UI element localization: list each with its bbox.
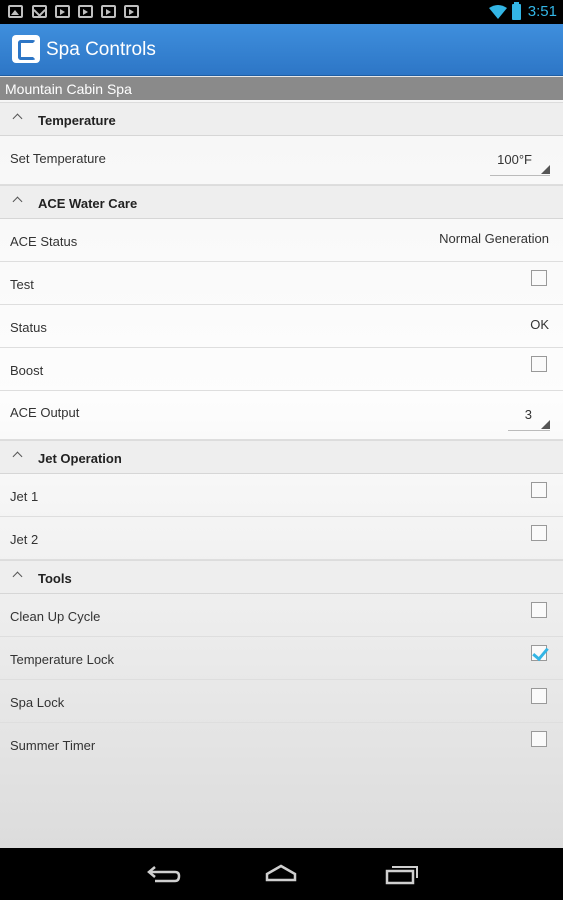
- clean-up-cycle-label: Clean Up Cycle: [10, 609, 101, 624]
- jet2-label: Jet 2: [10, 532, 39, 547]
- status-row: Status OK: [0, 305, 563, 348]
- ace-status-label: ACE Status: [10, 234, 78, 249]
- chevron-up-icon: [12, 113, 23, 124]
- app-title: Spa Controls: [46, 39, 156, 60]
- set-temperature-spinner[interactable]: 100°F: [490, 146, 550, 176]
- ace-output-spinner[interactable]: 3: [508, 401, 550, 431]
- spa-lock-label: Spa Lock: [10, 695, 65, 710]
- summer-timer-label: Summer Timer: [10, 738, 96, 753]
- status-value: OK: [530, 317, 549, 332]
- recent-apps-icon[interactable]: [384, 862, 420, 886]
- boost-label: Boost: [10, 363, 44, 378]
- play-notification-icon: [55, 5, 70, 18]
- section-tools[interactable]: Tools: [0, 560, 563, 594]
- jet2-checkbox[interactable]: [531, 525, 547, 541]
- summer-timer-row[interactable]: Summer Timer: [0, 723, 563, 766]
- status-clock: 3:51: [527, 3, 557, 20]
- action-bar: Spa Controls: [0, 24, 563, 76]
- section-temperature[interactable]: Temperature: [0, 102, 563, 136]
- section-title: Jet Operation: [38, 451, 122, 466]
- navigation-bar: [0, 848, 563, 900]
- section-title: Tools: [38, 571, 72, 586]
- section-ace-water-care[interactable]: ACE Water Care: [0, 185, 563, 219]
- test-checkbox[interactable]: [531, 270, 547, 286]
- ace-output-value: 3: [524, 407, 532, 422]
- jet1-label: Jet 1: [10, 489, 39, 504]
- back-icon[interactable]: [145, 862, 181, 886]
- home-icon[interactable]: [263, 862, 299, 886]
- play-notification-icon: [124, 5, 139, 18]
- jet1-row[interactable]: Jet 1: [0, 474, 563, 517]
- jet2-row[interactable]: Jet 2: [0, 517, 563, 560]
- temperature-lock-checkbox[interactable]: [531, 645, 547, 661]
- temperature-lock-row[interactable]: Temperature Lock: [0, 637, 563, 680]
- play-notification-icon: [78, 5, 93, 18]
- test-row[interactable]: Test: [0, 262, 563, 305]
- spa-lock-checkbox[interactable]: [531, 688, 547, 704]
- boost-checkbox[interactable]: [531, 356, 547, 372]
- app-logo-icon[interactable]: [12, 35, 40, 63]
- status-label: Status: [10, 320, 47, 335]
- ace-output-label: ACE Output: [10, 405, 80, 420]
- chevron-up-icon: [12, 571, 23, 582]
- section-title: Temperature: [38, 113, 116, 128]
- clean-up-cycle-checkbox[interactable]: [531, 602, 547, 618]
- controls-list: Temperature Set Temperature 100°F ACE Wa…: [0, 100, 563, 848]
- image-notification-icon: [8, 5, 23, 18]
- play-notification-icon: [101, 5, 116, 18]
- spinner-arrow-icon: [541, 165, 550, 174]
- set-temperature-label: Set Temperature: [10, 151, 106, 166]
- jet1-checkbox[interactable]: [531, 482, 547, 498]
- temperature-lock-label: Temperature Lock: [10, 652, 115, 667]
- ace-status-row: ACE Status Normal Generation: [0, 219, 563, 262]
- test-label: Test: [10, 277, 34, 292]
- ace-status-value: Normal Generation: [439, 231, 549, 246]
- battery-icon: [512, 2, 521, 20]
- spa-name-header: Mountain Cabin Spa: [0, 77, 563, 100]
- boost-row[interactable]: Boost: [0, 348, 563, 391]
- wifi-icon: [489, 5, 507, 19]
- mail-notification-icon: [32, 5, 47, 18]
- spa-lock-row[interactable]: Spa Lock: [0, 680, 563, 723]
- chevron-up-icon: [12, 451, 23, 462]
- chevron-up-icon: [12, 196, 23, 207]
- summer-timer-checkbox[interactable]: [531, 731, 547, 747]
- set-temperature-row: Set Temperature 100°F: [0, 136, 563, 185]
- set-temperature-value: 100°F: [497, 152, 532, 167]
- status-bar: 3:51: [0, 0, 563, 24]
- section-title: ACE Water Care: [38, 196, 138, 211]
- clean-up-cycle-row[interactable]: Clean Up Cycle: [0, 594, 563, 637]
- ace-output-row: ACE Output 3: [0, 391, 563, 440]
- section-jet-operation[interactable]: Jet Operation: [0, 440, 563, 474]
- spinner-arrow-icon: [541, 420, 550, 429]
